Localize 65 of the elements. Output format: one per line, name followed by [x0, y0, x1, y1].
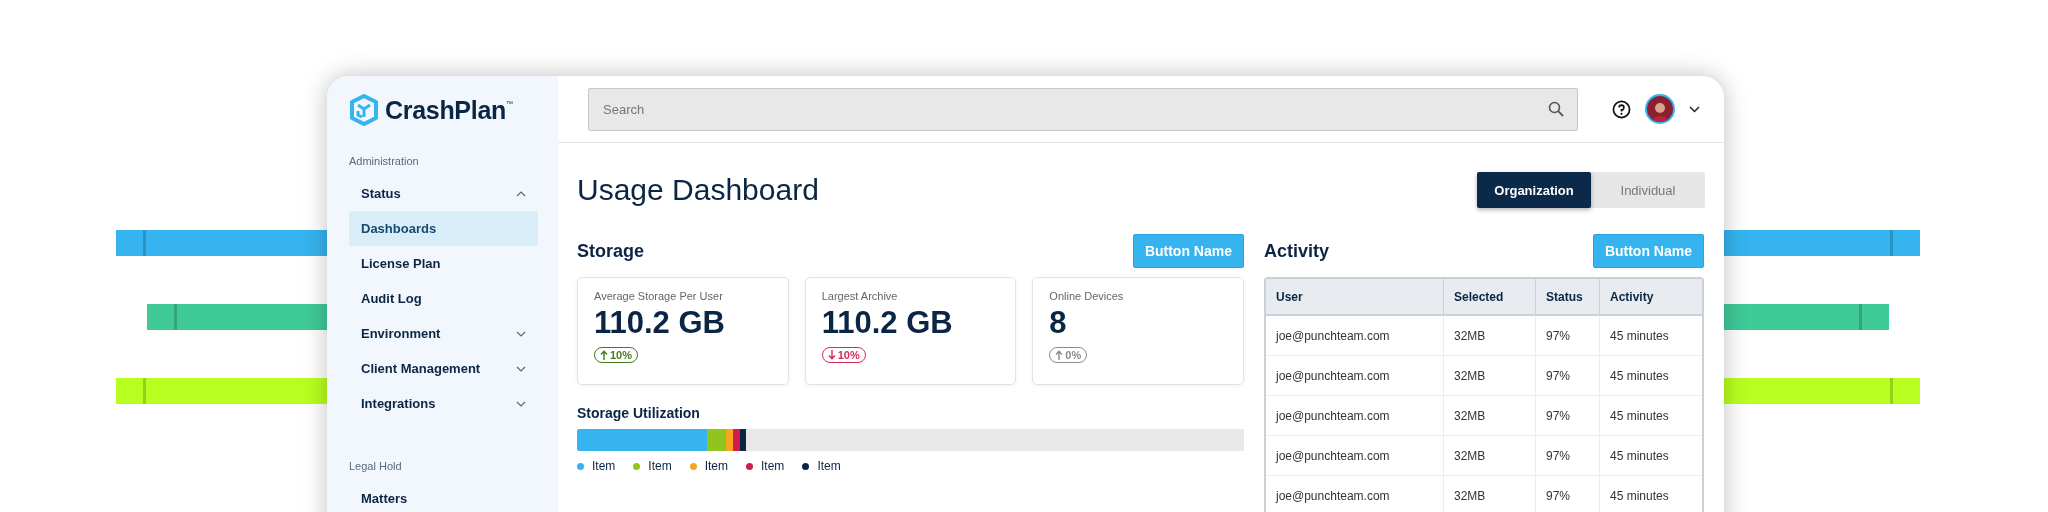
table-cell: 45 minutes	[1600, 436, 1702, 476]
column-header: Activity	[1600, 279, 1702, 316]
legend-label: Item	[817, 459, 841, 473]
stat-label: Online Devices	[1049, 290, 1125, 302]
logo-text: CrashPlan	[385, 95, 506, 125]
search-field[interactable]: Search	[588, 87, 1578, 131]
table-cell: 45 minutes	[1600, 396, 1702, 436]
search-icon[interactable]	[1548, 100, 1564, 117]
stat-value: 8	[1049, 304, 1068, 342]
column-header: User	[1266, 279, 1444, 316]
table-cell: 45 minutes	[1600, 356, 1702, 396]
arrow-up-icon	[1055, 350, 1064, 360]
sidebar-item[interactable]: Integrations	[349, 386, 538, 421]
stat-value: 110.2 GB	[821, 304, 954, 342]
table-cell: 32MB	[1444, 316, 1536, 356]
table-cell: joe@punchteam.com	[1266, 356, 1444, 396]
column-header: Status	[1536, 279, 1600, 316]
table-cell: 45 minutes	[1600, 476, 1702, 512]
chevron-down-icon	[516, 400, 526, 407]
column-header: Selected	[1444, 279, 1536, 316]
section-heading: Storage	[577, 240, 645, 262]
chevron-down-icon	[516, 330, 526, 337]
table-cell: 45 minutes	[1600, 316, 1702, 356]
chevron-up-icon	[516, 190, 526, 197]
chevron-down-icon[interactable]	[1689, 105, 1700, 113]
toggle-option[interactable]: Individual	[1591, 172, 1705, 208]
table-cell: 32MB	[1444, 476, 1536, 512]
stat-label: Average Storage Per User	[594, 290, 724, 302]
legend-label: Item	[592, 459, 616, 473]
legend-label: Item	[648, 459, 672, 473]
table-cell: joe@punchteam.com	[1266, 396, 1444, 436]
table-cell: 97%	[1536, 316, 1600, 356]
section-heading: Activity	[1264, 240, 1330, 262]
table-cell: 97%	[1536, 476, 1600, 512]
table-cell: 32MB	[1444, 396, 1536, 436]
legend-label: Item	[761, 459, 785, 473]
table-cell: joe@punchteam.com	[1266, 316, 1444, 356]
table-cell: 32MB	[1444, 436, 1536, 476]
section-title: Administration	[349, 154, 420, 168]
stat-label: Largest Archive	[821, 290, 899, 302]
help-icon[interactable]	[1612, 99, 1631, 119]
chevron-down-icon	[516, 365, 526, 372]
table-cell: joe@punchteam.com	[1266, 476, 1444, 512]
legend-label: Item	[704, 459, 729, 473]
table-cell: 97%	[1536, 356, 1600, 396]
sidebar-item[interactable]: Matters	[349, 481, 538, 512]
arrow-up-icon	[600, 350, 608, 360]
user-avatar[interactable]	[1645, 94, 1675, 124]
chart-title: Storage Utilization	[577, 405, 701, 421]
sidebar-item[interactable]: License Plan	[349, 246, 538, 281]
table-cell: 97%	[1536, 436, 1600, 476]
sidebar-item[interactable]: Client Management	[349, 351, 538, 386]
sidebar-item[interactable]: Dashboards	[349, 211, 538, 246]
table-cell: 32MB	[1444, 356, 1536, 396]
sidebar-item[interactable]: Status	[349, 176, 538, 211]
arrow-down-icon	[827, 350, 836, 360]
table-cell: joe@punchteam.com	[1266, 436, 1444, 476]
table-cell: 97%	[1536, 396, 1600, 436]
toggle-option[interactable]: Organization	[1477, 172, 1591, 208]
section-title: Legal Hold	[349, 459, 403, 473]
logo-icon	[349, 94, 379, 126]
sidebar-item[interactable]: Audit Log	[349, 281, 538, 316]
stat-value: 110.2 GB	[594, 304, 726, 342]
sidebar-item[interactable]: Environment	[349, 316, 538, 351]
page-title: Usage Dashboard	[577, 173, 819, 207]
